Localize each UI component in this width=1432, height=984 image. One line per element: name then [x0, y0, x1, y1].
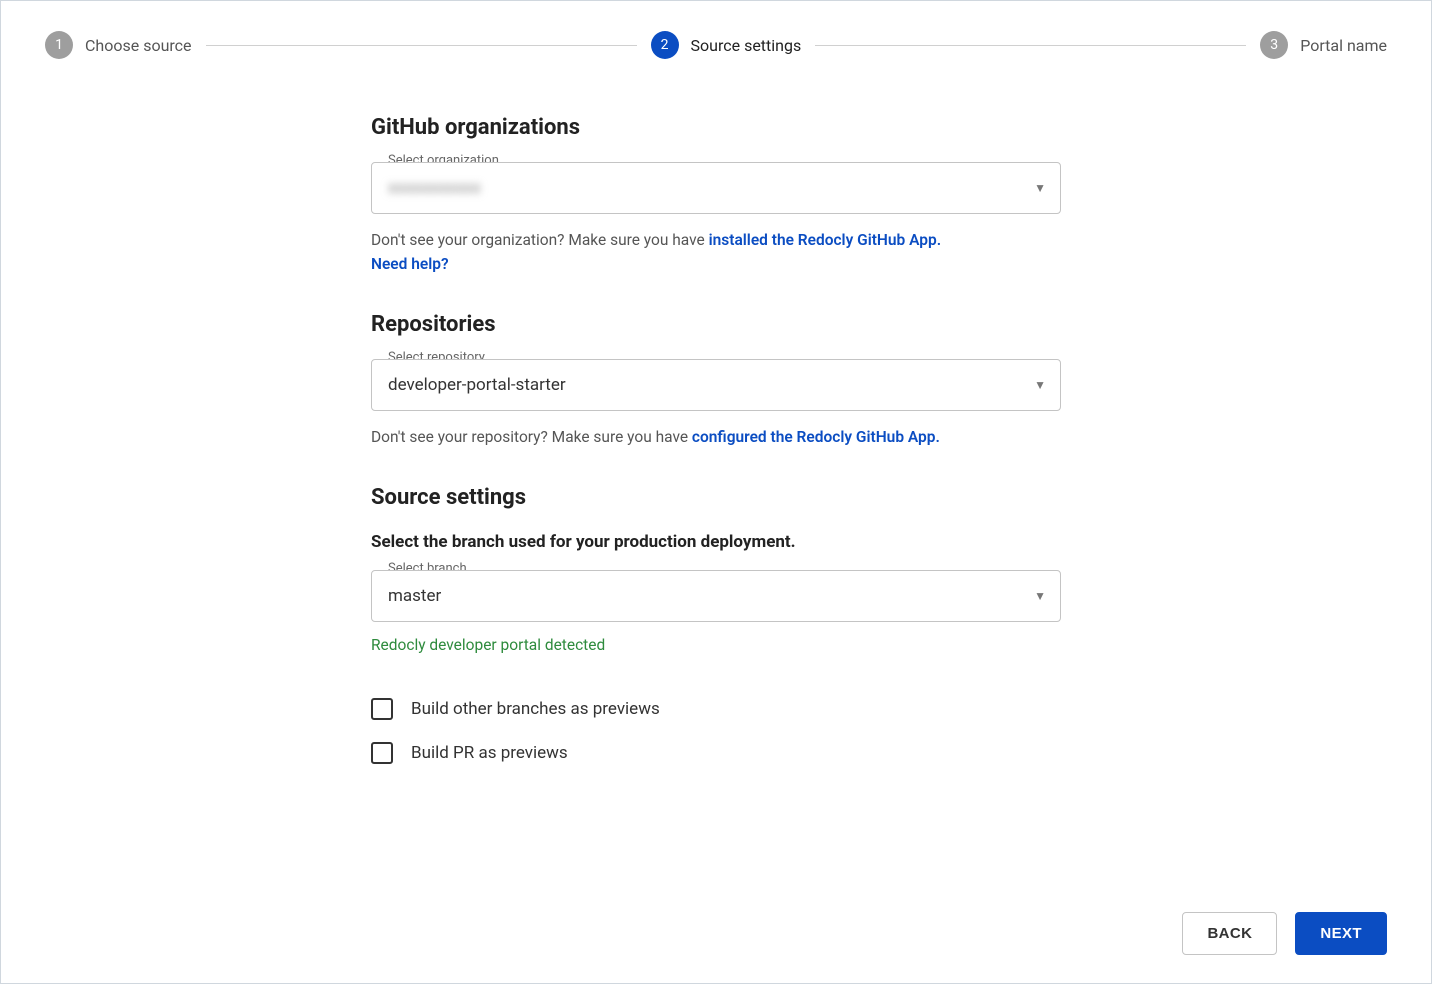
checkbox-icon — [371, 698, 393, 720]
repo-helper-prefix: Don't see your repository? Make sure you… — [371, 428, 692, 446]
org-helper-prefix: Don't see your organization? Make sure y… — [371, 231, 709, 249]
step-choose-source[interactable]: 1 Choose source — [45, 31, 192, 59]
step-label-1: Choose source — [85, 36, 192, 55]
configure-github-app-link[interactable]: configured the Redocly GitHub App. — [692, 428, 940, 446]
section-source-settings: Source settings Select the branch used f… — [371, 485, 1061, 764]
stepper: 1 Choose source 2 Source settings 3 Port… — [1, 1, 1431, 59]
checkbox-build-branches[interactable]: Build other branches as previews — [371, 698, 1061, 720]
step-number-2: 2 — [651, 31, 679, 59]
branch-instruction: Select the branch used for your producti… — [371, 532, 1061, 552]
need-help-link[interactable]: Need help? — [371, 255, 449, 273]
step-label-2: Source settings — [691, 36, 802, 55]
section-repositories: Repositories Select repository developer… — [371, 312, 1061, 449]
step-divider — [815, 45, 1246, 46]
repo-helper-text: Don't see your repository? Make sure you… — [371, 425, 1061, 449]
footer-actions: BACK NEXT — [1182, 912, 1387, 955]
portal-detected-message: Redocly developer portal detected — [371, 636, 1061, 654]
install-github-app-link[interactable]: installed the Redocly GitHub App. — [709, 231, 942, 249]
repo-select-value: developer-portal-starter — [388, 375, 1020, 395]
checkbox-build-branches-label: Build other branches as previews — [411, 699, 660, 719]
org-select-field: Select organization xxxxxxxxxxx ▼ — [371, 162, 1061, 214]
checkbox-build-pr[interactable]: Build PR as previews — [371, 742, 1061, 764]
back-button[interactable]: BACK — [1182, 912, 1277, 955]
next-button[interactable]: NEXT — [1295, 912, 1387, 955]
step-portal-name[interactable]: 3 Portal name — [1260, 31, 1387, 59]
branch-select[interactable]: master ▼ — [371, 570, 1061, 622]
checkbox-icon — [371, 742, 393, 764]
heading-repositories: Repositories — [371, 312, 1061, 337]
checkbox-build-pr-label: Build PR as previews — [411, 743, 568, 763]
step-number-3: 3 — [1260, 31, 1288, 59]
step-source-settings[interactable]: 2 Source settings — [651, 31, 802, 59]
branch-select-value: master — [388, 586, 1020, 606]
step-label-3: Portal name — [1300, 36, 1387, 55]
branch-select-field: Select branch master ▼ — [371, 570, 1061, 622]
main-content: GitHub organizations Select organization… — [371, 115, 1061, 914]
org-select[interactable]: xxxxxxxxxxx ▼ — [371, 162, 1061, 214]
chevron-down-icon: ▼ — [1034, 589, 1046, 603]
step-number-1: 1 — [45, 31, 73, 59]
heading-github-orgs: GitHub organizations — [371, 115, 1061, 140]
chevron-down-icon: ▼ — [1034, 378, 1046, 392]
step-divider — [206, 45, 637, 46]
repo-select[interactable]: developer-portal-starter ▼ — [371, 359, 1061, 411]
heading-source-settings: Source settings — [371, 485, 1061, 510]
org-helper-text: Don't see your organization? Make sure y… — [371, 228, 1061, 276]
chevron-down-icon: ▼ — [1034, 181, 1046, 195]
section-github-orgs: GitHub organizations Select organization… — [371, 115, 1061, 276]
org-select-value: xxxxxxxxxxx — [388, 178, 1020, 198]
repo-select-field: Select repository developer-portal-start… — [371, 359, 1061, 411]
